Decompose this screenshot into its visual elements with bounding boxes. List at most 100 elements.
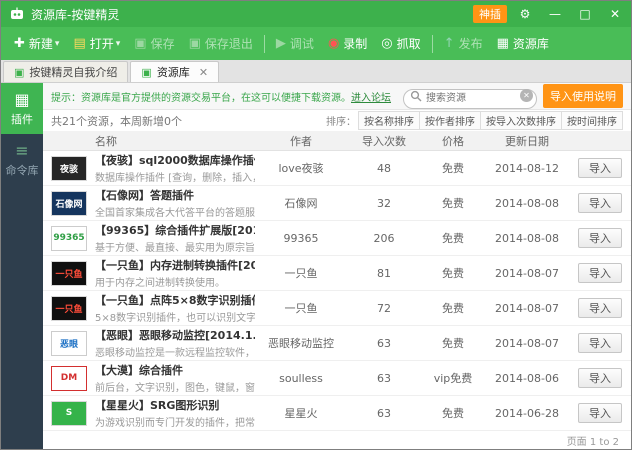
plugin-author: 99365 [255, 232, 347, 245]
clear-search-icon[interactable]: ✕ [520, 89, 533, 102]
main-area: ▦插件≡命令库 提示：资源库是官方提供的资源交易平台，在这可以便捷下载资源。更多… [1, 83, 631, 449]
plugin-action-cell: 导入 [569, 298, 631, 318]
plugin-update-date: 2014-08-07 [485, 267, 569, 280]
table-header: 名称 作者 导入次数 价格 更新日期 [43, 131, 631, 151]
plugin-thumbnail-label: 一只鱼 [55, 267, 82, 280]
import-button[interactable]: 导入 [578, 333, 622, 353]
plugin-price: 免费 [421, 195, 485, 211]
plugin-name: 【一只鱼】内存进制转换插件[2011.04.13] [95, 257, 255, 273]
plugin-name: 【一只鱼】点阵5×8数字识别插件 [95, 292, 255, 308]
open-button-label: 打开 [90, 35, 114, 52]
import-button[interactable]: 导入 [578, 228, 622, 248]
column-header-name: 名称 [43, 133, 255, 149]
app-logo-icon [9, 7, 25, 21]
plugin-thumbnail: DM [51, 366, 87, 391]
import-guide-button[interactable]: 导入使用说明 [543, 84, 623, 108]
import-button[interactable]: 导入 [578, 158, 622, 178]
tab-resource-library[interactable]: ▣资源库✕ [130, 61, 219, 82]
dropdown-arrow-icon: ▾ [116, 39, 121, 49]
save-exit-button-label: 保存退出 [205, 35, 253, 52]
resource-count-text: 共21个资源，本周新增0个 [51, 113, 182, 129]
debug-button-label: 调试 [290, 35, 314, 52]
tab-close-icon[interactable]: ✕ [199, 66, 208, 79]
forum-link[interactable]: 进入论坛 [351, 89, 391, 104]
command-library-icon: ≡ [15, 143, 28, 159]
column-header-update-date: 更新日期 [485, 133, 569, 149]
plugin-import-count: 63 [347, 337, 421, 350]
import-button[interactable]: 导入 [578, 298, 622, 318]
sort-option[interactable]: 按名称排序 [359, 112, 419, 129]
table-row: 一只鱼 【一只鱼】点阵5×8数字识别插件 5×8数字识别插件，也可以识别文字。 … [43, 291, 631, 326]
capture-button[interactable]: ◎抓取 [374, 31, 427, 56]
plugin-name-cell: 恶眼 【恶眼】恶眼移动监控[2014.1.13] 恶眼移动监控是一款远程监控软件… [43, 327, 255, 359]
plugin-update-date: 2014-08-12 [485, 162, 569, 175]
shenchai-badge[interactable]: 神插 [473, 5, 507, 23]
settings-gear-icon[interactable]: ⚙ [513, 4, 537, 24]
search-input[interactable] [403, 89, 537, 109]
publish-icon: ↑ [444, 37, 455, 50]
import-button[interactable]: 导入 [578, 263, 622, 283]
plugin-text: 【恶眼】恶眼移动监控[2014.1.13] 恶眼移动监控是一款远程监控软件，它能… [95, 327, 255, 359]
tab-label: 资源库 [157, 64, 190, 80]
toolbar-separator [432, 35, 433, 53]
column-header-price: 价格 [421, 133, 485, 149]
minimize-button[interactable]: — [543, 4, 567, 24]
plugin-thumbnail-label: 夜骇 [60, 162, 78, 175]
plugin-action-cell: 导入 [569, 333, 631, 353]
debug-icon: ▶ [276, 37, 286, 50]
record-button[interactable]: ◉录制 [321, 31, 374, 56]
tab-intro[interactable]: ▣按键精灵自我介绍 [3, 61, 128, 82]
plugin-name: 【星星火】SRG图形识别 [95, 397, 255, 413]
resource-library-icon: ▦ [497, 37, 509, 50]
save-exit-icon: ▣ [189, 37, 201, 50]
plugin-author: soulless [255, 372, 347, 385]
plugin-name-cell: S 【星星火】SRG图形识别 为游戏识别而专门开发的插件，把常用的识别操作进行分… [43, 397, 255, 429]
plugin-thumbnail: 夜骇 [51, 156, 87, 181]
stats-bar: 共21个资源，本周新增0个 排序： 按名称排序按作者排序按导入次数排序按时间排序 [43, 110, 631, 131]
plugin-thumbnail: 99365 [51, 226, 87, 251]
column-header-author: 作者 [255, 133, 347, 149]
plugin-text: 【大漠】综合插件 前后台，文字识别，图色，键鼠，窗口，内存，DX，Call [95, 362, 255, 394]
plugin-name-cell: 一只鱼 【一只鱼】点阵5×8数字识别插件 5×8数字识别插件，也可以识别文字。 [43, 292, 255, 324]
table-row: 一只鱼 【一只鱼】内存进制转换插件[2011.04.13] 用于内存之间进制转换… [43, 256, 631, 291]
hint-bar: 提示：资源库是官方提供的资源交易平台，在这可以便捷下载资源。更多资源可以到按键精… [43, 83, 631, 110]
close-button[interactable]: ✕ [603, 4, 627, 24]
new-button[interactable]: ✚新建▾ [7, 31, 66, 56]
plugin-update-date: 2014-08-06 [485, 372, 569, 385]
plugin-name-cell: 一只鱼 【一只鱼】内存进制转换插件[2011.04.13] 用于内存之间进制转换… [43, 257, 255, 289]
pagination[interactable]: 页面 1 to 2 [43, 431, 631, 449]
table-row: 99365 【99365】综合插件扩展版[2012.1.1] 基于方便、最直接、… [43, 221, 631, 256]
resource-library-button[interactable]: ▦资源库 [490, 31, 556, 56]
plugin-price: vip免费 [421, 370, 485, 386]
plugin-import-count: 48 [347, 162, 421, 175]
plugin-description: 前后台，文字识别，图色，键鼠，窗口，内存，DX，Call [95, 379, 255, 394]
plugin-name-cell: 99365 【99365】综合插件扩展版[2012.1.1] 基于方便、最直接、… [43, 222, 255, 254]
plugin-text: 【99365】综合插件扩展版[2012.1.1] 基于方便、最直接、最实用为原宗… [95, 222, 255, 254]
sidebar-item-command-library[interactable]: ≡命令库 [1, 134, 43, 185]
tab-icon: ▣ [14, 67, 24, 78]
plugin-update-date: 2014-08-07 [485, 302, 569, 315]
open-button[interactable]: ▤ 打开▾ [66, 31, 127, 56]
plugin-update-date: 2014-08-08 [485, 197, 569, 210]
plugin-import-count: 81 [347, 267, 421, 280]
plugin-text: 【石像网】答题插件 全国首家集成各大代答平台的答题服务平台，最稳定、最效率、性 [95, 187, 255, 219]
sidebar-item-plugins[interactable]: ▦插件 [1, 83, 43, 134]
sort-option[interactable]: 按时间排序 [561, 112, 622, 129]
open-folder-icon: ▤ [73, 37, 85, 50]
import-button[interactable]: 导入 [578, 193, 622, 213]
sort-option[interactable]: 按作者排序 [419, 112, 480, 129]
import-button[interactable]: 导入 [578, 403, 622, 423]
plugin-description: 全国首家集成各大代答平台的答题服务平台，最稳定、最效率、性 [95, 204, 255, 219]
toolbar-separator [264, 35, 265, 53]
plugin-description: 基于方便、最直接、最实用为原宗旨，免去了为实现一个个功能而苦写 [95, 239, 255, 254]
save-exit-button: ▣ 保存退出 [182, 31, 260, 56]
table-row: S 【星星火】SRG图形识别 为游戏识别而专门开发的插件，把常用的识别操作进行分… [43, 396, 631, 431]
plugin-description: 为游戏识别而专门开发的插件，把常用的识别操作进行分类和整理。 [95, 414, 255, 429]
import-button[interactable]: 导入 [578, 368, 622, 388]
plugin-name: 【石像网】答题插件 [95, 187, 255, 203]
sort-option[interactable]: 按导入次数排序 [480, 112, 561, 129]
plugin-thumbnail-label: DM [61, 373, 77, 383]
maximize-button[interactable]: □ [573, 4, 597, 24]
plugin-author: 星星火 [255, 405, 347, 421]
plugin-import-count: 206 [347, 232, 421, 245]
